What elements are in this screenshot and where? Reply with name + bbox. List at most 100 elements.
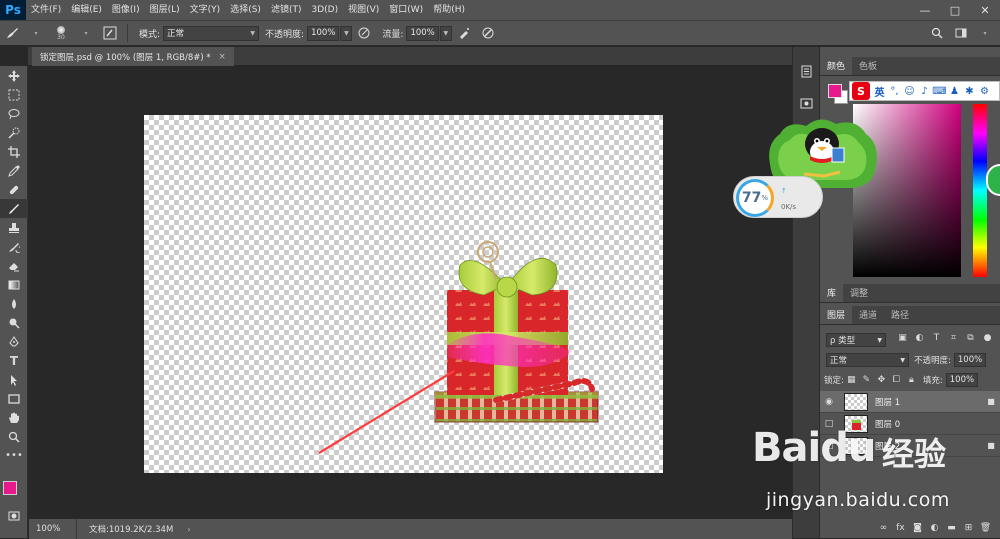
hue-slider[interactable] [973,104,987,277]
path-selection-tool-icon[interactable] [0,370,28,389]
menu-edit[interactable]: 编辑(E) [66,0,107,20]
pressure-size-icon[interactable] [479,24,497,42]
opacity-dropdown[interactable]: ▼ [340,25,353,41]
opacity-field[interactable]: 100% [307,25,340,41]
menu-window[interactable]: 窗口(W) [384,0,428,20]
eye-icon[interactable]: ◉ [820,397,838,407]
link-icon[interactable]: ∞ [875,523,892,533]
ime-settings-icon[interactable]: ⚙ [977,86,992,97]
brush-tool-preset-icon[interactable] [3,24,21,42]
marquee-tool-icon[interactable] [0,85,28,104]
more-tools-icon[interactable]: ••• [0,446,28,465]
type-tool-icon[interactable]: T [0,351,28,370]
move-tool-icon[interactable] [0,66,28,85]
lasso-tool-icon[interactable] [0,104,28,123]
gradient-tool-icon[interactable] [0,275,28,294]
ime-tools-icon[interactable]: ✱ [962,86,977,97]
dodge-tool-icon[interactable] [0,313,28,332]
tab-swatches[interactable]: 色板 [852,56,884,75]
menu-view[interactable]: 视图(V) [343,0,384,20]
properties-panel-icon[interactable] [795,93,817,113]
layer-filter-select[interactable]: ρ 类型 ▼ [826,333,886,347]
eraser-tool-icon[interactable] [0,256,28,275]
lock-image-icon[interactable]: ✎ [859,375,874,385]
brush-panel-icon[interactable] [101,24,119,42]
blur-tool-icon[interactable] [0,294,28,313]
ime-emoji-icon[interactable]: ☺ [902,86,917,97]
mode-select[interactable]: 正常 ▼ [163,25,260,41]
lock-position-icon[interactable]: ✥ [874,375,889,385]
history-panel-icon[interactable] [795,61,817,81]
ime-voice-icon[interactable]: ♪ [917,86,932,97]
visibility-toggle[interactable]: □ [820,441,838,451]
brush-size-picker[interactable]: 30 [51,24,71,42]
menu-type[interactable]: 文字(Y) [185,0,226,20]
tab-layers[interactable]: 图层 [820,305,853,324]
rectangle-tool-icon[interactable] [0,389,28,408]
document-tab[interactable]: 锁定图层.psd @ 100% (图层 1, RGB/8#) * × [32,47,234,66]
type-filter-icon[interactable]: T [928,333,945,343]
hand-tool-icon[interactable] [0,408,28,427]
new-layer-icon[interactable]: ⊞ [960,523,977,533]
trash-icon[interactable]: 🗑︎ [977,523,994,533]
maximize-button[interactable]: □ [940,0,970,20]
menu-file[interactable]: 文件(F) [26,0,66,20]
crop-tool-icon[interactable] [0,142,28,161]
menu-select[interactable]: 选择(S) [225,0,266,20]
brush-tool-icon[interactable] [0,199,28,218]
document-canvas[interactable] [144,115,663,473]
layer-row[interactable]: ◉ 图层 1 ■ [820,391,1000,413]
eyedropper-tool-icon[interactable] [0,161,28,180]
mask-icon[interactable]: ◙ [909,523,926,533]
flow-field[interactable]: 100% [406,25,439,41]
close-tab-icon[interactable]: × [219,52,226,62]
layer-row[interactable]: □ 图层 0 [820,413,1000,435]
ime-keyboard-icon[interactable]: ⌨ [932,86,947,97]
search-icon[interactable] [928,24,946,42]
airbrush-icon[interactable] [455,24,473,42]
tab-paths[interactable]: 路径 [884,305,916,324]
network-speed-widget[interactable]: 77% ↑ 0K/s [733,176,823,218]
fill-field[interactable]: 100% [945,373,979,387]
smart-object-filter-icon[interactable]: ⧉ [962,333,979,343]
adjustment-filter-icon[interactable]: ◐ [911,333,928,343]
tab-color[interactable]: 颜色 [820,56,853,75]
menu-filter[interactable]: 滤镜(T) [266,0,307,20]
menu-layer[interactable]: 图层(L) [145,0,185,20]
tab-adjustments[interactable]: 调整 [843,283,875,302]
shape-filter-icon[interactable]: ⌗ [945,333,962,343]
menu-3d[interactable]: 3D(D) [306,0,343,20]
adjustment-icon[interactable]: ◐ [926,523,943,533]
zoom-tool-icon[interactable] [0,427,28,446]
ime-language-toggle[interactable]: 英 [872,84,887,99]
menu-help[interactable]: 帮助(H) [428,0,470,20]
healing-brush-tool-icon[interactable] [0,180,28,199]
fx-icon[interactable]: fx [892,523,909,533]
menu-image[interactable]: 图像(I) [107,0,145,20]
lock-all-icon[interactable]: 🔒︎ [904,375,919,385]
close-button[interactable]: ✕ [970,0,1000,20]
layer-row[interactable]: □ 图层 2 ■ [820,435,1000,457]
minimize-button[interactable]: — [910,0,940,20]
pen-tool-icon[interactable] [0,332,28,351]
lock-transparent-icon[interactable]: ▦ [844,375,859,385]
clone-stamp-tool-icon[interactable] [0,218,28,237]
tab-channels[interactable]: 通道 [852,305,884,324]
visibility-toggle[interactable]: □ [820,419,838,429]
flow-dropdown[interactable]: ▼ [439,25,452,41]
lock-artboard-icon[interactable]: ⧠ [889,375,904,385]
tab-libraries[interactable]: 库 [820,283,844,302]
pressure-opacity-icon[interactable] [355,24,373,42]
foreground-color-swatch[interactable] [3,481,17,495]
quick-mask-icon[interactable] [0,506,28,525]
quick-select-tool-icon[interactable] [0,123,28,142]
ime-punctuation-icon[interactable]: °, [887,86,902,97]
blend-mode-select[interactable]: 正常 ▼ [826,353,909,367]
folder-icon[interactable]: ▬ [943,523,960,533]
filter-toggle-icon[interactable]: ● [979,333,996,343]
layer-opacity-field[interactable]: 100% [953,353,987,367]
ime-skin-icon[interactable]: ♟ [947,86,962,97]
history-brush-tool-icon[interactable] [0,237,28,256]
status-menu-arrow-icon[interactable]: › [187,525,190,534]
pixel-filter-icon[interactable]: ▣ [894,333,911,343]
